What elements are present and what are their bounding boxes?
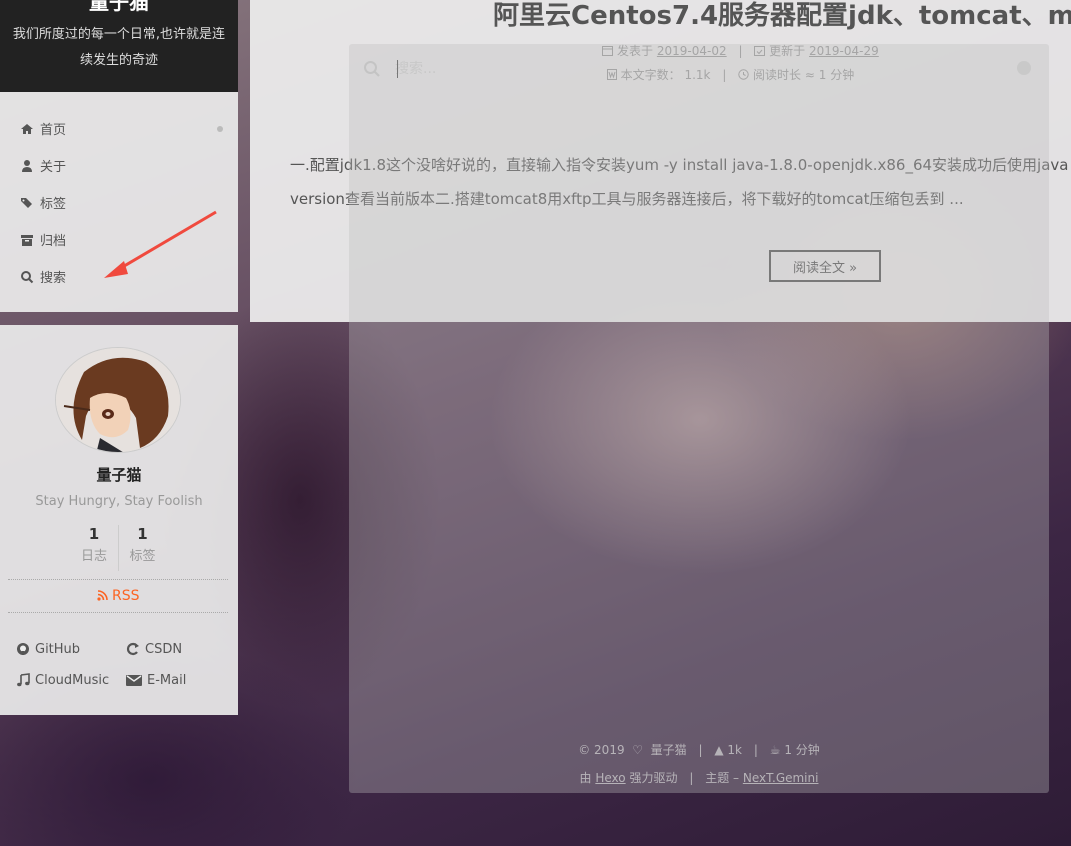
link-label: GitHub: [35, 641, 81, 657]
menu-item-home[interactable]: 首页: [0, 110, 238, 147]
site-subtitle: 我们所度过的每一个日常,也许就是连续发生的奇迹: [12, 27, 226, 68]
rss-icon: [96, 590, 108, 601]
envelope-icon: [126, 674, 142, 686]
stat-label: 日志: [80, 549, 107, 564]
theme-prefix: 主题 –: [705, 771, 740, 785]
theme-link[interactable]: NexT.Gemini: [743, 771, 819, 785]
user-icon: [22, 159, 32, 172]
avatar-image: [56, 348, 180, 452]
chart-area-icon: ▲: [714, 743, 724, 757]
menu-item-label: 搜索: [40, 271, 67, 286]
link-email[interactable]: E-Mail: [126, 672, 226, 688]
footer-stats: © 2019 ♡ 量子猫 | ▲ 1k | ☕ 1 分钟: [578, 743, 820, 757]
annotation-arrow: [104, 210, 217, 278]
heart-icon: ♡: [628, 743, 647, 757]
author-motto: Stay Hungry, Stay Foolish: [35, 494, 203, 509]
rss-label: RSS: [111, 588, 140, 604]
site-stats: 1 日志 1 标签: [70, 525, 170, 571]
archive-icon: [21, 234, 33, 246]
author-panel: 量子猫 Stay Hungry, Stay Foolish 1 日志 1 标签 …: [0, 325, 238, 715]
github-icon: [17, 643, 29, 655]
post-title[interactable]: 阿里云Centos7.4服务器配置jdk、tomcat、mysql: [493, 0, 1071, 32]
csdn-icon: [126, 642, 139, 656]
search-icon: [364, 61, 380, 77]
link-label: CSDN: [145, 641, 183, 657]
tags-icon: [21, 197, 32, 208]
footer-powered: 由 Hexo 强力驱动 | 主题 – NexT.Gemini: [579, 771, 819, 785]
menu-item-label: 标签: [40, 197, 67, 212]
copyright: © 2019: [578, 743, 625, 757]
link-label: E-Mail: [147, 672, 187, 688]
footer-wordcount: 1k: [727, 743, 743, 757]
hexo-link[interactable]: Hexo: [595, 771, 625, 785]
menu-item-about[interactable]: 关于: [0, 147, 238, 184]
powered-suffix: 强力驱动: [629, 771, 678, 785]
link-csdn[interactable]: CSDN: [126, 641, 226, 657]
search-icon: [21, 270, 34, 283]
link-cloudmusic[interactable]: CloudMusic: [16, 672, 126, 688]
menu-item-label: 归档: [40, 234, 67, 249]
menu-item-label: 关于: [40, 160, 67, 175]
author-name: 量子猫: [96, 466, 142, 484]
social-links: GitHub CSDN CloudMusic E-Mail: [16, 641, 226, 688]
stat-count: 1: [88, 525, 100, 543]
powered-prefix: 由: [579, 771, 592, 785]
rss-link[interactable]: RSS: [8, 579, 228, 613]
coffee-icon: ☕: [769, 743, 781, 757]
menu-item-label: 首页: [40, 123, 67, 138]
stat-label: 标签: [129, 549, 156, 564]
footer-readtime: 1 分钟: [784, 743, 820, 757]
footer-author: 量子猫: [650, 743, 687, 757]
music-icon: [17, 673, 30, 687]
avatar[interactable]: [55, 347, 181, 453]
stat-tags[interactable]: 1 标签: [118, 525, 166, 571]
search-input[interactable]: [395, 58, 995, 80]
stat-count: 1: [137, 525, 148, 543]
site-title[interactable]: 量子猫: [0, 0, 238, 15]
text-caret: [397, 60, 398, 78]
home-icon: [21, 123, 33, 134]
active-indicator: [217, 126, 223, 132]
search-popup: © 2019 ♡ 量子猫 | ▲ 1k | ☕ 1 分钟 由 Hexo 强力驱动…: [349, 44, 1049, 793]
link-github[interactable]: GitHub: [16, 641, 126, 657]
stat-posts[interactable]: 1 日志: [70, 525, 118, 571]
close-icon[interactable]: [1017, 61, 1031, 75]
site-brand: 量子猫 我们所度过的每一个日常,也许就是连续发生的奇迹: [0, 0, 238, 92]
link-label: CloudMusic: [35, 672, 110, 688]
